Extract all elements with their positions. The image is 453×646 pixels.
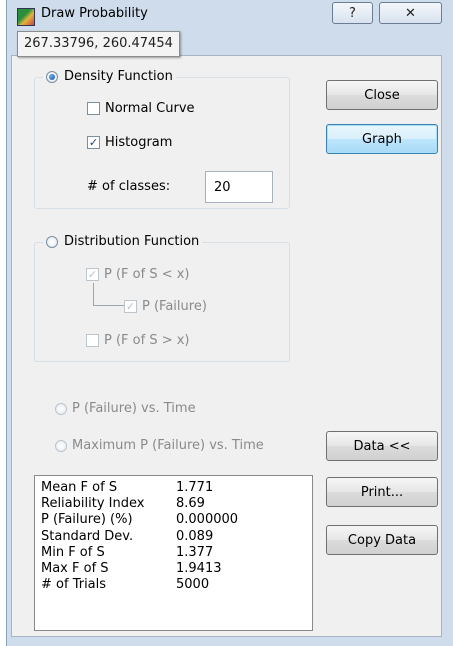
stat-row: Standard Dev. 0.089 [41, 529, 306, 545]
radio-selected-icon [46, 70, 58, 83]
title-bar: Draw Probability ? ✕ [7, 0, 453, 30]
normal-curve-label: Normal Curve [105, 101, 195, 116]
graph-button[interactable]: Graph [326, 124, 438, 154]
window-close-button[interactable]: ✕ [379, 2, 442, 24]
histogram-checkbox[interactable]: ✓ Histogram [87, 135, 172, 150]
checkmark-icon: ✓ [124, 300, 137, 313]
distribution-function-group: Distribution Function ✓ P (F of S < x) ✓… [34, 234, 290, 362]
coordinate-tooltip: 267.33796, 260.47454 [17, 31, 180, 57]
stat-value: 1.771 [176, 480, 214, 495]
stat-row: P (Failure) (%) 0.000000 [41, 512, 306, 528]
stat-label: Min F of S [41, 544, 105, 560]
p-greater-checkbox[interactable]: P (F of S > x) [86, 333, 190, 348]
stat-label: Mean F of S [41, 480, 118, 495]
max-p-failure-time-radio[interactable]: Maximum P (Failure) vs. Time [55, 438, 264, 453]
stat-row: Mean F of S 1.771 [41, 480, 306, 496]
density-function-radio[interactable]: Density Function [43, 69, 176, 84]
stat-label: Max F of S [41, 561, 109, 577]
p-failure-time-label: P (Failure) vs. Time [72, 401, 196, 416]
close-button[interactable]: Close [326, 80, 438, 110]
stat-value: 0.000000 [176, 512, 239, 528]
histogram-label: Histogram [105, 135, 173, 150]
statistics-panel: Mean F of S 1.771 Reliability Index 8.69 P (… [34, 475, 313, 631]
stat-row: Max F of S 1.9413 [41, 561, 306, 577]
radio-unselected-icon [55, 439, 67, 452]
classes-input[interactable] [205, 171, 273, 203]
normal-curve-checkbox[interactable]: Normal Curve [87, 101, 195, 116]
p-less-label: P (F of S < x) [104, 267, 190, 282]
print-button[interactable]: Print... [326, 477, 438, 507]
stat-value: 0.089 [176, 528, 214, 544]
p-greater-label: P (F of S > x) [104, 333, 190, 348]
stat-value: 5000 [176, 577, 210, 593]
p-less-checkbox[interactable]: ✓ P (F of S < x) [86, 267, 190, 282]
dialog-window: Draw Probability ? ✕ 267.33796, 260.4745… [6, 0, 453, 646]
checkmark-icon: ✓ [87, 136, 100, 149]
distribution-function-radio[interactable]: Distribution Function [43, 234, 203, 249]
window-title: Draw Probability [41, 6, 148, 21]
copy-data-button[interactable]: Copy Data [326, 525, 438, 555]
distribution-function-label: Distribution Function [64, 234, 200, 249]
help-button[interactable]: ? [332, 2, 373, 24]
radio-unselected-icon [55, 402, 67, 415]
checkmark-icon: ✓ [86, 268, 99, 281]
stat-value: 8.69 [176, 496, 205, 512]
tree-connector [93, 283, 124, 306]
checkbox-unchecked-icon [86, 334, 99, 347]
stat-row: # of Trials 5000 [41, 577, 306, 593]
density-function-group: Density Function Normal Curve ✓ Histogra… [34, 69, 290, 209]
stat-label: P (Failure) (%) [41, 512, 133, 528]
p-failure-time-radio[interactable]: P (Failure) vs. Time [55, 401, 196, 416]
data-toggle-button[interactable]: Data << [326, 431, 438, 461]
stat-value: 1.377 [176, 544, 214, 560]
app-icon [17, 8, 35, 26]
p-failure-checkbox[interactable]: ✓ P (Failure) [124, 299, 207, 314]
stat-label: Reliability Index [41, 496, 145, 512]
checkbox-unchecked-icon [87, 102, 100, 115]
stat-value: 1.9413 [176, 561, 222, 577]
radio-unselected-icon [46, 235, 58, 248]
stat-label: Standard Dev. [41, 528, 134, 544]
p-failure-label: P (Failure) [142, 299, 207, 314]
dialog-client-area: Density Function Normal Curve ✓ Histogra… [11, 55, 442, 637]
stat-label: # of Trials [41, 577, 107, 593]
stat-row: Min F of S 1.377 [41, 545, 306, 561]
density-function-label: Density Function [64, 69, 173, 84]
max-p-failure-time-label: Maximum P (Failure) vs. Time [72, 438, 264, 453]
classes-label: # of classes: [87, 179, 171, 194]
stat-row: Reliability Index 8.69 [41, 496, 306, 512]
